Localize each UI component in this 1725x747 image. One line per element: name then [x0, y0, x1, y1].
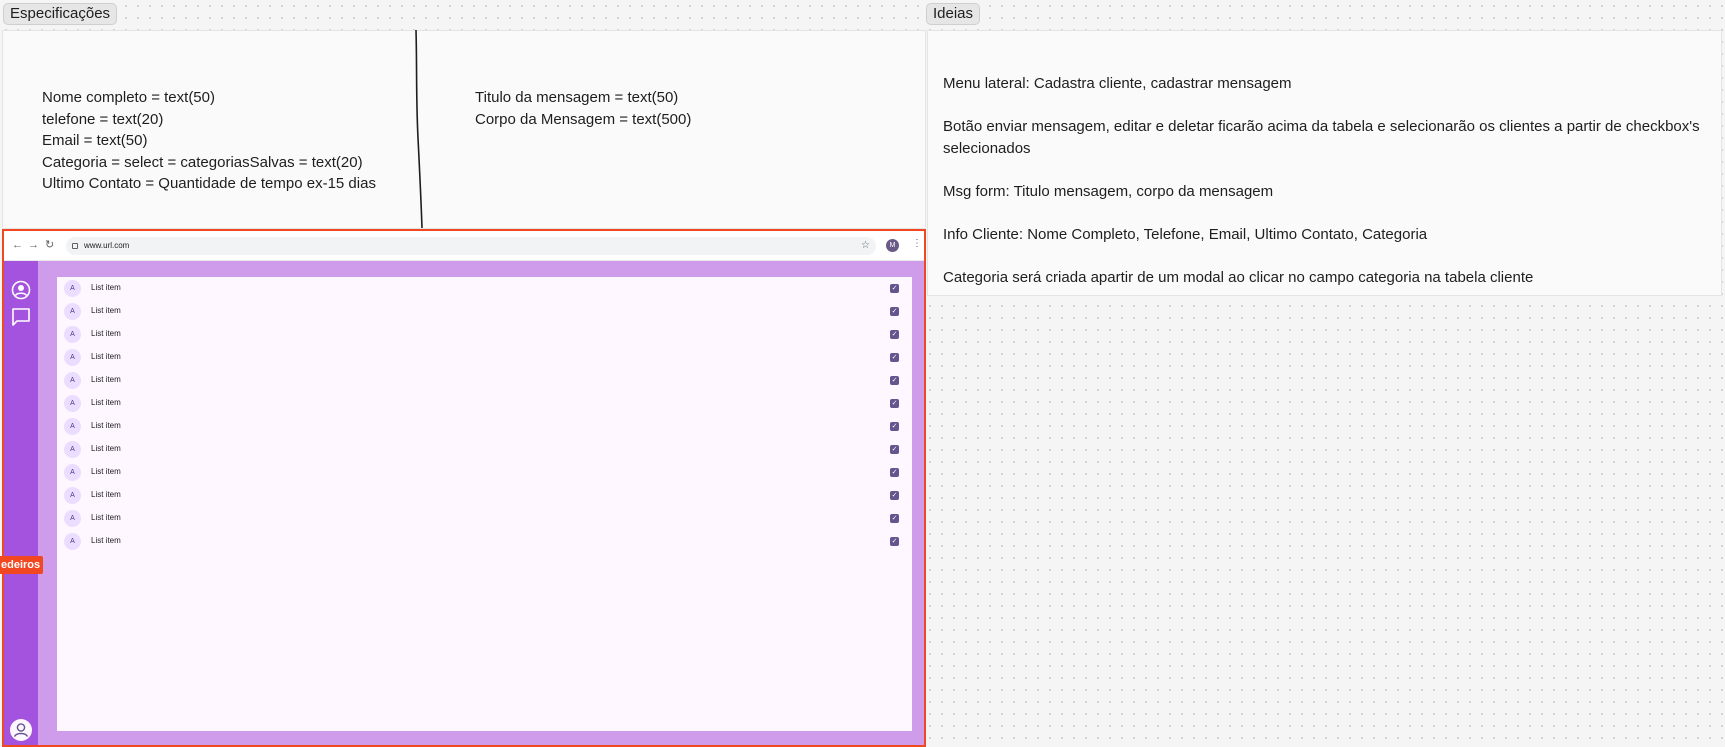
list-item-label: List item [91, 421, 121, 430]
row-checkbox[interactable]: ✓ [890, 514, 899, 523]
list-item[interactable]: A List item ✓ [57, 323, 912, 346]
list-avatar: A [64, 464, 81, 481]
account-circle-icon[interactable] [11, 280, 31, 300]
list-avatar: A [64, 326, 81, 343]
row-checkbox[interactable]: ✓ [890, 537, 899, 546]
idea-item: Msg form: Titulo mensagem, corpo da mens… [943, 182, 1274, 200]
spec-line: Titulo da mensagem = text(50) [475, 89, 679, 106]
collaborator-name-tag: edeiros [0, 556, 44, 574]
list-item-label: List item [91, 444, 121, 453]
list-avatar: A [64, 510, 81, 527]
row-checkbox[interactable]: ✓ [890, 468, 899, 477]
user-profile-icon[interactable] [9, 718, 33, 742]
specs-message-fields[interactable]: Titulo da mensagem = text(50) Corpo da M… [475, 87, 691, 130]
list-item[interactable]: A List item ✓ [57, 346, 912, 369]
list-avatar: A [64, 533, 81, 550]
address-bar[interactable]: www.url.com ☆ [66, 237, 876, 255]
profile-avatar[interactable]: M [886, 239, 899, 252]
list-item[interactable]: A List item ✓ [57, 461, 912, 484]
list-item-label: List item [91, 352, 121, 361]
spec-line: Nome completo = text(50) [42, 89, 215, 106]
list-avatar: A [64, 395, 81, 412]
list-item-label: List item [91, 329, 121, 338]
list-item[interactable]: A List item ✓ [57, 438, 912, 461]
list-item[interactable]: A List item ✓ [57, 277, 912, 300]
row-checkbox[interactable]: ✓ [890, 284, 899, 293]
list-item-label: List item [91, 536, 121, 545]
browser-toolbar: ← → ↻ www.url.com ☆ M ⋮ [4, 231, 924, 261]
row-checkbox[interactable]: ✓ [890, 307, 899, 316]
list-item-label: List item [91, 467, 121, 476]
list-avatar: A [64, 372, 81, 389]
list-avatar: A [64, 349, 81, 366]
more-menu-icon[interactable]: ⋮ [912, 238, 922, 249]
browser-mockup-frame[interactable]: ← → ↻ www.url.com ☆ M ⋮ A List item ✓ A … [2, 229, 926, 747]
list-avatar: A [64, 418, 81, 435]
list-item[interactable]: A List item ✓ [57, 484, 912, 507]
back-arrow-icon[interactable]: ← [12, 239, 23, 251]
row-checkbox[interactable]: ✓ [890, 491, 899, 500]
spec-line: telefone = text(20) [42, 110, 164, 128]
list-item[interactable]: A List item ✓ [57, 392, 912, 415]
list-item-label: List item [91, 306, 121, 315]
spec-line: Corpo da Mensagem = text(500) [475, 110, 692, 128]
app-sidebar [4, 261, 38, 745]
row-checkbox[interactable]: ✓ [890, 445, 899, 454]
specs-client-fields[interactable]: Nome completo = text(50) telefone = text… [42, 87, 376, 195]
idea-item: Info Cliente: Nome Completo, Telefone, E… [943, 225, 1428, 243]
row-checkbox[interactable]: ✓ [890, 399, 899, 408]
ideas-text: Menu lateral: Cadastra cliente, cadastra… [943, 73, 1713, 310]
list-avatar: A [64, 441, 81, 458]
reload-icon[interactable]: ↻ [45, 239, 54, 251]
idea-item: Categoria será criada apartir de um moda… [943, 268, 1534, 286]
row-checkbox[interactable]: ✓ [890, 376, 899, 385]
list-item-label: List item [91, 283, 121, 292]
chat-bubble-icon[interactable] [11, 307, 31, 327]
frame-label-ideias[interactable]: Ideias [926, 3, 981, 25]
forward-arrow-icon[interactable]: → [28, 239, 39, 251]
list-item[interactable]: A List item ✓ [57, 300, 912, 323]
row-checkbox[interactable]: ✓ [890, 422, 899, 431]
list-item[interactable]: A List item ✓ [57, 530, 912, 553]
list-avatar: A [64, 280, 81, 297]
list-item[interactable]: A List item ✓ [57, 369, 912, 392]
frame-label-especificacoes[interactable]: Especificações [3, 3, 118, 25]
list-item-label: List item [91, 513, 121, 522]
star-icon[interactable]: ☆ [861, 237, 870, 255]
spec-line: Categoria = select = categoriasSalvas = … [42, 153, 363, 171]
list-item-label: List item [91, 490, 121, 499]
lock-icon [72, 243, 78, 249]
list-avatar: A [64, 303, 81, 320]
client-list: A List item ✓ A List item ✓ A List item … [57, 277, 912, 731]
row-checkbox[interactable]: ✓ [890, 353, 899, 362]
spec-line: Email = text(50) [42, 132, 148, 149]
row-checkbox[interactable]: ✓ [890, 330, 899, 339]
list-avatar: A [64, 487, 81, 504]
drawn-divider-line[interactable] [405, 28, 425, 230]
list-item[interactable]: A List item ✓ [57, 415, 912, 438]
list-item-label: List item [91, 375, 121, 384]
list-item[interactable]: A List item ✓ [57, 507, 912, 530]
idea-item: Menu lateral: Cadastra cliente, cadastra… [943, 75, 1292, 92]
ideas-panel[interactable]: Menu lateral: Cadastra cliente, cadastra… [927, 30, 1722, 296]
idea-item: Botão enviar mensagem, editar e deletar … [943, 118, 1700, 157]
list-item-label: List item [91, 398, 121, 407]
spec-line: Ultimo Contato = Quantidade de tempo ex-… [42, 175, 376, 192]
url-text: www.url.com [84, 241, 130, 250]
